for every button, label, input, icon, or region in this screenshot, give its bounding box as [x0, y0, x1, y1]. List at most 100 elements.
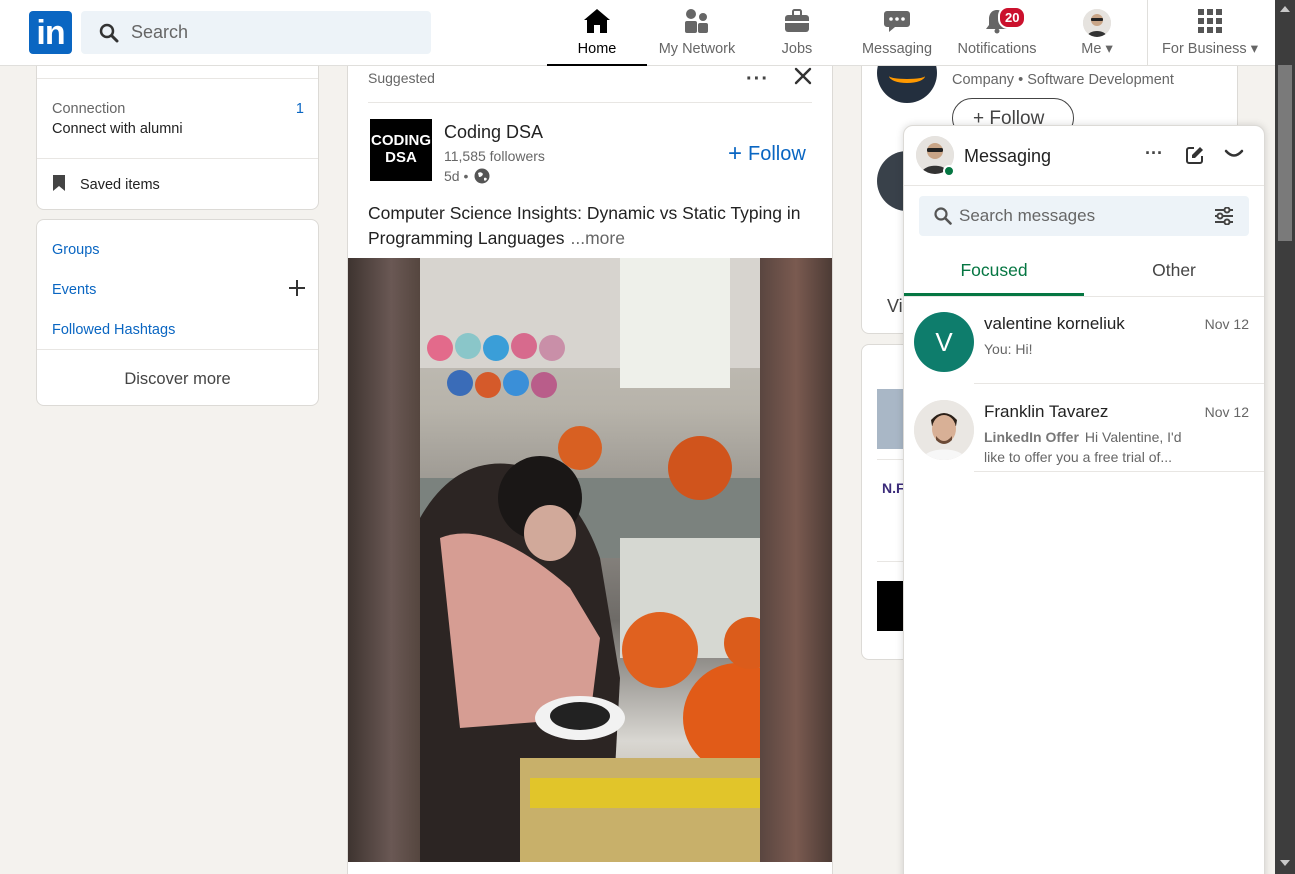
conversation-name: valentine korneliuk: [984, 314, 1125, 333]
notifications-badge: 20: [998, 6, 1027, 29]
divider: [37, 78, 318, 79]
follow-label: Follow: [748, 143, 806, 165]
conversation-date: Nov 12: [1204, 316, 1249, 332]
news-logo[interactable]: N.F: [882, 480, 905, 496]
briefcase-icon: [785, 9, 809, 32]
video-frame: [420, 258, 793, 862]
avatar: V: [914, 312, 974, 372]
user-photo-icon: [1083, 9, 1111, 37]
nav-jobs[interactable]: Jobs: [747, 0, 847, 66]
nav-divider: [1147, 0, 1148, 66]
post-time-text: 5d •: [444, 168, 469, 184]
filter-icon[interactable]: [1214, 207, 1234, 225]
search-icon: [934, 207, 952, 225]
conversation-date: Nov 12: [1204, 404, 1249, 420]
post-video[interactable]: [348, 258, 832, 862]
avatar[interactable]: [1083, 9, 1111, 37]
message-search-bar[interactable]: [919, 196, 1249, 236]
tab-other[interactable]: Other: [1084, 246, 1264, 296]
avatar: [914, 400, 974, 460]
events-link[interactable]: Events: [52, 282, 96, 298]
video-blur-left: [348, 258, 420, 862]
linkedin-logo[interactable]: in: [29, 11, 72, 54]
top-nav: in Home My Network Jobs Messaging Notifi…: [0, 0, 1275, 66]
conversation-item[interactable]: V valentine korneliuk Nov 12 You: Hi!: [904, 296, 1264, 384]
post-time: 5d •: [444, 168, 490, 187]
messaging-title[interactable]: Messaging: [964, 146, 1051, 167]
online-status-dot: [943, 165, 955, 177]
saved-items-link[interactable]: Saved items: [52, 174, 160, 196]
connection-subtitle[interactable]: Connect with alumni: [52, 121, 183, 137]
groups-link[interactable]: Groups: [52, 242, 100, 258]
nav-jobs-label: Jobs: [781, 41, 813, 57]
more-options-icon[interactable]: ···: [746, 68, 769, 91]
divider: [37, 158, 318, 159]
offer-tag: LinkedIn Offer: [984, 429, 1079, 445]
nav-messaging-label: Messaging: [861, 41, 933, 57]
nav-home-label: Home: [577, 41, 617, 57]
nav-my-network-label: My Network: [658, 41, 736, 57]
home-icon: [584, 9, 610, 33]
conversation-item[interactable]: Franklin Tavarez Nov 12 LinkedIn Offer Hi…: [904, 384, 1264, 472]
company-logo[interactable]: CODING DSA: [370, 119, 432, 181]
conversation-snippet: LinkedIn Offer Hi Valentine, I'd like to …: [984, 427, 1204, 467]
search-bar[interactable]: [81, 11, 431, 54]
nav-messaging[interactable]: Messaging: [847, 0, 947, 66]
divider: [974, 471, 1264, 472]
chevron-down-icon[interactable]: [1224, 148, 1244, 162]
amazon-smile-icon: [889, 69, 925, 83]
user-photo-icon: [914, 400, 974, 460]
company-followers: 11,585 followers: [444, 148, 545, 164]
nav-home[interactable]: Home: [547, 0, 647, 66]
view-link[interactable]: Vi: [887, 296, 903, 317]
add-event-icon[interactable]: [288, 279, 306, 297]
community-card: Groups Events Followed Hashtags Discover…: [36, 219, 319, 406]
conversation-name: Franklin Tavarez: [984, 402, 1109, 421]
more-options-icon[interactable]: ···: [1145, 143, 1163, 164]
saved-items-label: Saved items: [80, 177, 160, 193]
nav-me-label: Me ▾: [1063, 41, 1131, 57]
network-icon: [685, 9, 708, 33]
nav-for-business[interactable]: For Business ▾: [1150, 0, 1270, 66]
feed-post: Suggested ··· CODING DSA Coding DSA 11,5…: [347, 60, 833, 874]
company-name[interactable]: Coding DSA: [444, 122, 543, 143]
page-scrollbar[interactable]: [1275, 0, 1295, 874]
conversation-snippet: You: Hi!: [984, 341, 1033, 357]
message-search-input[interactable]: [959, 205, 1199, 227]
see-more-link[interactable]: ...more: [571, 228, 625, 248]
nav-for-business-text: For Business: [1162, 41, 1247, 57]
search-icon: [99, 23, 119, 43]
caret-down-icon: ▾: [1250, 41, 1258, 57]
company-meta: Company • Software Development: [952, 72, 1174, 88]
divider: [904, 185, 1264, 186]
divider: [368, 102, 812, 103]
compose-icon[interactable]: [1185, 145, 1205, 165]
close-icon[interactable]: [793, 66, 813, 86]
nav-me-text: Me: [1081, 41, 1102, 57]
nav-for-business-label: For Business ▾: [1150, 41, 1270, 57]
nav-notifications-label: Notifications: [957, 41, 1037, 57]
bookmark-icon: [52, 174, 66, 196]
messaging-panel: Messaging ··· Focused Other V valentine …: [903, 125, 1265, 874]
followed-hashtags-link[interactable]: Followed Hashtags: [52, 322, 175, 338]
tab-focused[interactable]: Focused: [904, 246, 1084, 296]
grid-icon: [1198, 9, 1222, 33]
post-text: Computer Science Insights: Dynamic vs St…: [368, 201, 808, 251]
discover-more-button[interactable]: Discover more: [37, 370, 318, 389]
video-scene-image: [420, 258, 793, 862]
nav-notifications[interactable]: Notifications: [947, 0, 1047, 66]
connection-count[interactable]: 1: [296, 101, 304, 117]
scroll-up-icon[interactable]: [1280, 6, 1290, 12]
search-input[interactable]: [131, 19, 411, 46]
connection-title[interactable]: Connection: [52, 101, 125, 117]
globe-icon: [474, 168, 490, 187]
scroll-down-icon[interactable]: [1280, 860, 1290, 866]
divider: [37, 349, 318, 350]
chat-icon: [884, 11, 910, 32]
caret-down-icon: ▾: [1105, 41, 1113, 57]
follow-button[interactable]: + Follow: [728, 140, 806, 168]
video-blur-right: [760, 258, 832, 862]
nav-my-network[interactable]: My Network: [647, 0, 747, 66]
scrollbar-thumb[interactable]: [1278, 65, 1292, 241]
plus-icon: +: [728, 140, 743, 167]
